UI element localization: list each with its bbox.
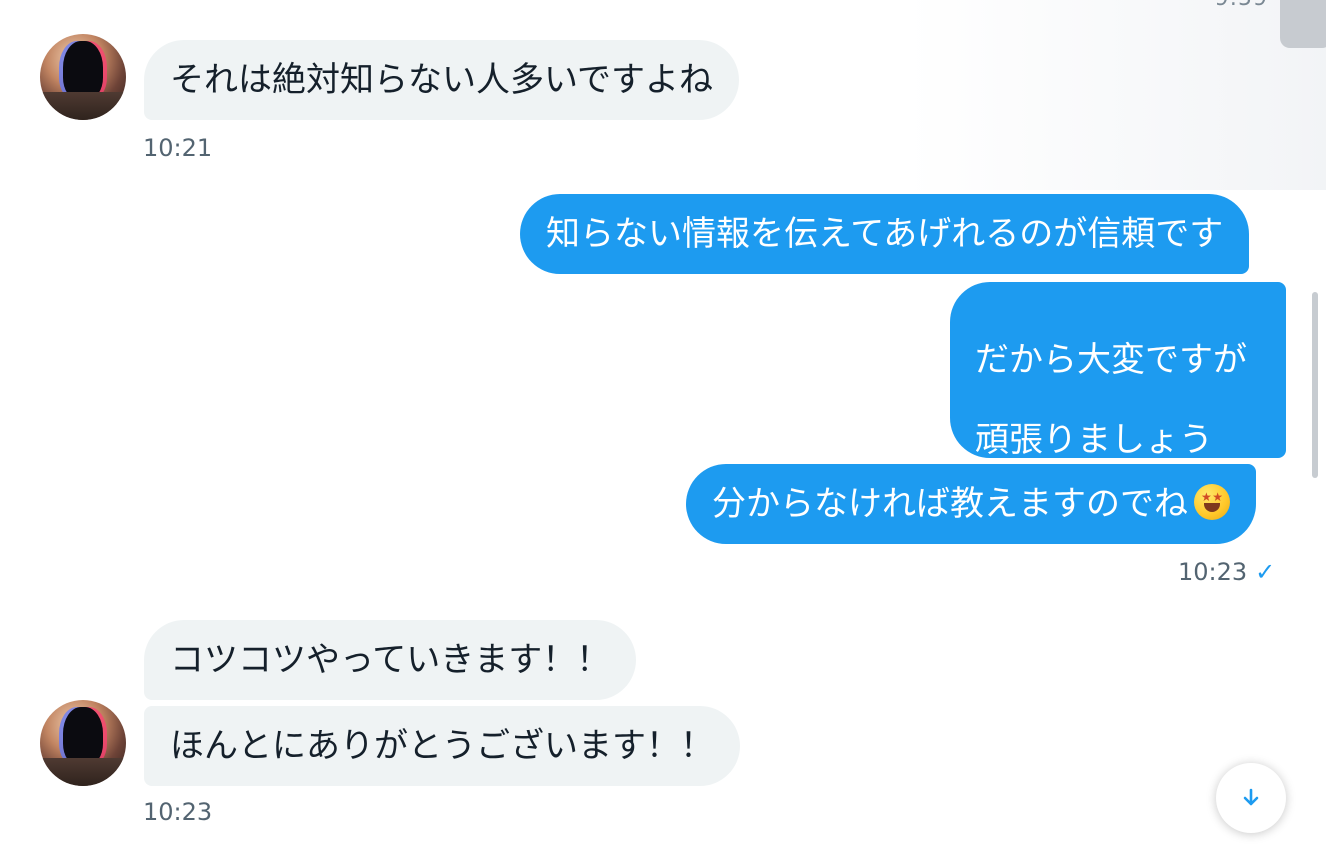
sent-message-3[interactable]: 分からなければ教えますのでね ★ ★ (686, 464, 1256, 544)
arrow-down-icon (1243, 788, 1259, 806)
sender-avatar[interactable] (40, 700, 126, 786)
sent-message-text: だから大変ですが 頑張りましょう (975, 340, 1247, 460)
received-message-1[interactable]: それは絶対知らない人多いですよね (144, 40, 739, 120)
sender-avatar[interactable] (40, 34, 126, 120)
received-timestamp-1: 10:21 (143, 134, 213, 162)
received-message-text: コツコツやっていきます！！ (170, 640, 611, 680)
sent-message-text: 知らない情報を伝えてあげれるのが信頼です (546, 214, 1224, 254)
received-message-3[interactable]: ほんとにありがとうございます！！ (144, 706, 740, 786)
top-fade (906, 0, 1326, 190)
received-message-2[interactable]: コツコツやっていきます！！ (144, 620, 637, 700)
star-struck-emoji-icon: ★ ★ (1194, 484, 1230, 520)
emoji-star-right: ★ (1212, 490, 1223, 504)
tooltip-corner (1280, 0, 1326, 48)
scrollbar-thumb[interactable] (1312, 292, 1318, 478)
top-partial-time: 9:59 (1215, 0, 1268, 11)
sent-check-icon: ✓ (1255, 558, 1276, 586)
sent-message-text: 分からなければ教えますのでね (712, 484, 1188, 524)
sent-time: 10:23 (1178, 558, 1248, 586)
emoji-star-left: ★ (1201, 490, 1212, 504)
scroll-to-bottom-button[interactable] (1216, 763, 1286, 833)
emoji-mouth (1204, 503, 1220, 512)
received-message-text: それは絶対知らない人多いですよね (170, 60, 713, 100)
sent-timestamp: 10:23 ✓ (1178, 558, 1275, 586)
sent-message-1[interactable]: 知らない情報を伝えてあげれるのが信頼です (520, 194, 1250, 274)
sent-message-2[interactable]: だから大変ですが 頑張りましょう (950, 282, 1286, 460)
dm-conversation: 9:59 それは絶対知らない人多いですよね 10:21 知らない情報を伝えてあげ… (0, 0, 1326, 848)
received-message-text: ほんとにありがとうございます！！ (170, 726, 714, 766)
received-timestamp-2: 10:23 (143, 798, 213, 826)
